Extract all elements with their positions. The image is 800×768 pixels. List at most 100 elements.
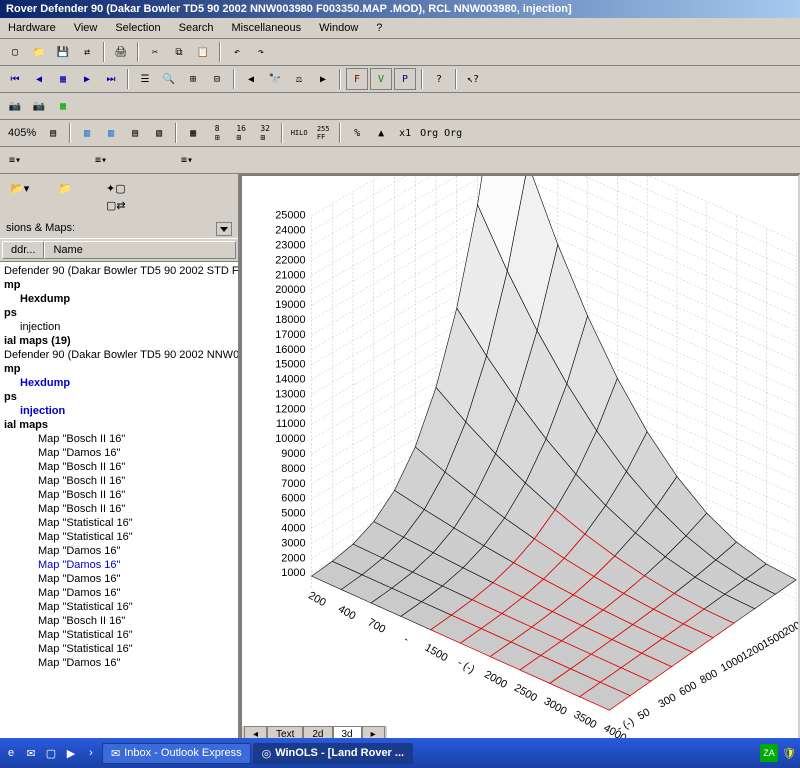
tree-item[interactable]: Map "Damos 16" — [2, 558, 236, 572]
tree-item[interactable]: Defender 90 (Dakar Bowler TD5 90 2002 ST… — [2, 264, 236, 278]
tree-item[interactable]: Map "Bosch II 16" — [2, 432, 236, 446]
ff255-icon[interactable]: 255 FF — [312, 122, 334, 144]
tree-item[interactable]: Map "Statistical 16" — [2, 530, 236, 544]
menu-selection[interactable]: Selection — [107, 20, 168, 36]
open-icon[interactable]: 📁 — [28, 41, 50, 63]
menu-help[interactable]: ? — [368, 20, 390, 36]
tree-item[interactable]: Map "Damos 16" — [2, 544, 236, 558]
bit32-icon[interactable]: 32⊞ — [254, 122, 276, 144]
cam2-icon[interactable]: 📷 — [28, 95, 50, 117]
compare-icon[interactable]: ⇄ — [76, 41, 98, 63]
tree-item[interactable]: Map "Bosch II 16" — [2, 614, 236, 628]
quick-mail-icon[interactable]: ✉ — [22, 744, 40, 762]
cam3-icon[interactable]: ▦ — [52, 95, 74, 117]
tree-item[interactable]: ps — [2, 390, 236, 404]
copy-icon[interactable]: ⧉ — [168, 41, 190, 63]
x1-icon[interactable]: x1 — [394, 122, 416, 144]
quick-desktop-icon[interactable]: ▢ — [42, 744, 60, 762]
menu-misc[interactable]: Miscellaneous — [223, 20, 309, 36]
tool-b-icon[interactable]: ▢⇄ — [106, 199, 126, 212]
f-button[interactable]: F — [346, 68, 368, 90]
save-icon[interactable]: 💾 — [52, 41, 74, 63]
print-icon[interactable]: 🖨 — [110, 41, 132, 63]
quick-media-icon[interactable]: ▶ — [62, 744, 80, 762]
quick-ie-icon[interactable]: e — [2, 744, 20, 762]
tree-item[interactable]: Hexdump — [2, 292, 236, 306]
org2-icon[interactable]: Org — [442, 122, 464, 144]
col-addr[interactable]: ddr... — [2, 241, 44, 259]
chart-3d-view[interactable]: 1000200030004000500060007000800090001000… — [240, 174, 800, 744]
task-outlook[interactable]: ✉ Inbox - Outlook Express — [102, 743, 251, 764]
tree-item[interactable]: Map "Statistical 16" — [2, 600, 236, 614]
bit16-icon[interactable]: 16⊞ — [230, 122, 252, 144]
bars4-icon[interactable]: ▧ — [148, 122, 170, 144]
bars3-icon[interactable]: ▤ — [124, 122, 146, 144]
tree-item[interactable]: Map "Statistical 16" — [2, 642, 236, 656]
tree-item[interactable]: Map "Bosch II 16" — [2, 474, 236, 488]
menu-hardware[interactable]: Hardware — [0, 20, 64, 36]
tree-item[interactable]: ps — [2, 306, 236, 320]
tree-item[interactable]: ial maps — [2, 418, 236, 432]
tree-item[interactable]: Hexdump — [2, 376, 236, 390]
new-icon[interactable]: ▢ — [4, 41, 26, 63]
tree-item[interactable]: Map "Damos 16" — [2, 586, 236, 600]
help-icon[interactable]: ? — [428, 68, 450, 90]
tool2-icon[interactable]: ⊟ — [206, 68, 228, 90]
tree-item[interactable]: Map "Bosch II 16" — [2, 502, 236, 516]
bit8-icon[interactable]: 8⊞ — [206, 122, 228, 144]
folder-open-icon[interactable]: 📂▾ — [10, 182, 38, 206]
tree-item[interactable]: Defender 90 (Dakar Bowler TD5 90 2002 NN… — [2, 348, 236, 362]
tree-item[interactable]: Map "Damos 16" — [2, 656, 236, 670]
zoom-fit-icon[interactable]: ▤ — [42, 122, 64, 144]
arrow-left-icon[interactable]: ◀ — [240, 68, 262, 90]
menu-view[interactable]: View — [66, 20, 106, 36]
tree-item[interactable]: Map "Statistical 16" — [2, 516, 236, 530]
binoculars-icon[interactable]: 🔭 — [264, 68, 286, 90]
grid1-icon[interactable]: ▦ — [182, 122, 204, 144]
search-icon[interactable]: 🔍 — [158, 68, 180, 90]
dd1-icon[interactable]: ≡▾ — [4, 149, 26, 171]
sidebar-dropdown-icon[interactable] — [216, 222, 232, 236]
task-winols[interactable]: ◎ WinOLS - [Land Rover ... — [253, 743, 413, 764]
map-tree[interactable]: Defender 90 (Dakar Bowler TD5 90 2002 ST… — [0, 262, 238, 744]
hilo-icon[interactable]: HILO — [288, 122, 310, 144]
col-name[interactable]: Name — [44, 241, 236, 259]
arrow-right-icon[interactable]: ▶ — [312, 68, 334, 90]
scale-icon[interactable]: ⚖ — [288, 68, 310, 90]
tree-item[interactable]: Map "Statistical 16" — [2, 628, 236, 642]
redo-icon[interactable]: ↷ — [250, 41, 272, 63]
tree-item[interactable]: mp — [2, 278, 236, 292]
grid-icon[interactable]: ▦ — [52, 68, 74, 90]
menu-window[interactable]: Window — [311, 20, 366, 36]
tree-item[interactable]: injection — [2, 320, 236, 334]
tool-a-icon[interactable]: ✦▢ — [106, 182, 126, 195]
paste-icon[interactable]: 📋 — [192, 41, 214, 63]
tree-item[interactable]: ial maps (19) — [2, 334, 236, 348]
bars2-icon[interactable]: ▥ — [100, 122, 122, 144]
menu-search[interactable]: Search — [171, 20, 222, 36]
org-icon[interactable]: Org — [418, 122, 440, 144]
tree-item[interactable]: Map "Bosch II 16" — [2, 488, 236, 502]
bars1-icon[interactable]: ▥ — [76, 122, 98, 144]
tree-item[interactable]: Map "Damos 16" — [2, 446, 236, 460]
undo-icon[interactable]: ↶ — [226, 41, 248, 63]
nav-prev-icon[interactable]: ◀ — [28, 68, 50, 90]
percent-icon[interactable]: % — [346, 122, 368, 144]
tool1-icon[interactable]: ⊞ — [182, 68, 204, 90]
tree-item[interactable]: injection — [2, 404, 236, 418]
delta-icon[interactable]: ▲ — [370, 122, 392, 144]
tree-item[interactable]: mp — [2, 362, 236, 376]
folder-add-icon[interactable]: 📁 — [58, 182, 86, 206]
cam1-icon[interactable]: 📷 — [4, 95, 26, 117]
tree-item[interactable]: Map "Damos 16" — [2, 572, 236, 586]
tray-shield-icon[interactable]: 🛡 — [780, 744, 798, 762]
cut-icon[interactable]: ✂ — [144, 41, 166, 63]
p-button[interactable]: P — [394, 68, 416, 90]
dd3-icon[interactable]: ≡▾ — [176, 149, 198, 171]
table-icon[interactable]: ☰ — [134, 68, 156, 90]
nav-next-icon[interactable]: ▶ — [76, 68, 98, 90]
tree-item[interactable]: Map "Bosch II 16" — [2, 460, 236, 474]
v-button[interactable]: V — [370, 68, 392, 90]
nav-last-icon[interactable]: ⏭ — [100, 68, 122, 90]
tray-zone-icon[interactable]: ZA — [760, 744, 778, 762]
